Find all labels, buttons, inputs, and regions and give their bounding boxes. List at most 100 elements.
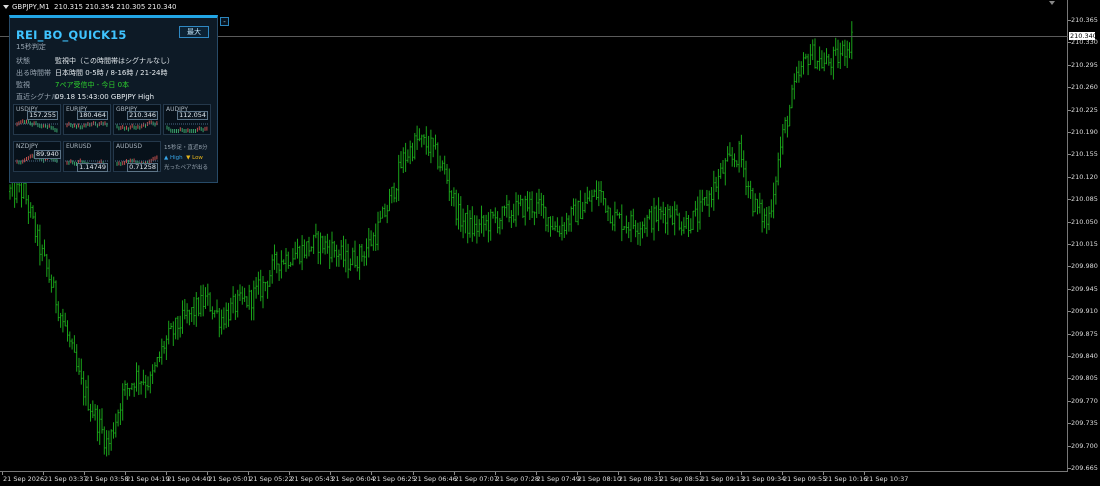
panel-collapse-button[interactable]: - [220, 17, 229, 26]
chart-menu-triangle-icon[interactable] [3, 5, 9, 9]
ohlc-bar [526, 191, 529, 212]
ohlc-bar [567, 215, 570, 232]
ohlc-bar [512, 203, 515, 223]
ohlc-bar [388, 188, 391, 212]
ohlc-bar [29, 202, 32, 218]
ohlc-bar [351, 247, 354, 266]
ohlc-bar [188, 309, 191, 326]
ohlc-bar [227, 302, 230, 327]
ohlc-bar [590, 189, 593, 212]
ohlc-bar [554, 221, 557, 231]
ohlc-bar [360, 243, 363, 262]
pair-card-usdjpy[interactable]: USDJPY 157.255 [13, 104, 61, 135]
price-label: 210.190 [1071, 128, 1098, 136]
time-axis[interactable]: 21 Sep 2026 21 Sep 03:37 21 Sep 03:58 21 Se… [0, 472, 1068, 486]
ohlc-bar [374, 223, 377, 251]
last-signal-row: 直近シグナル09.18 15:43:00 GBPJPY High [16, 92, 154, 102]
ohlc-bar [464, 212, 467, 234]
ohlc-bar [379, 210, 382, 223]
ohlc-bar [671, 206, 674, 226]
price-label: 209.840 [1071, 352, 1098, 360]
ohlc-bar [383, 203, 386, 218]
ohlc-bar [308, 236, 310, 257]
ohlc-bar [259, 269, 262, 302]
ohlc-bar [71, 338, 74, 350]
panel-legend: 15秒足・直近8分 ▲ High ▼ Low 光ったペアが出る [164, 143, 208, 173]
ohlc-bar [607, 205, 609, 221]
ohlc-values: 210.315 210.354 210.305 210.340 [54, 3, 177, 11]
ohlc-bar [802, 52, 805, 75]
ohlc-bar [521, 198, 524, 219]
pair-card-eurjpy[interactable]: EURJPY 180.464 [63, 104, 111, 135]
ohlc-bar [275, 251, 278, 274]
price-axis[interactable]: 210.340 210.365 210.330 210.295 210.260 210.… [1068, 0, 1100, 472]
ohlc-bar [452, 187, 455, 207]
ohlc-bar [243, 287, 246, 302]
ohlc-bar [825, 48, 828, 65]
ohlc-bar [195, 292, 198, 327]
ohlc-bar [202, 284, 205, 317]
pair-card-nzdjpy[interactable]: NZDJPY 89.940 [13, 141, 61, 172]
ohlc-bar [248, 284, 251, 310]
ohlc-bar [747, 181, 750, 199]
price-label: 209.735 [1071, 419, 1098, 428]
ohlc-bar [333, 240, 336, 258]
ohlc-bar [756, 198, 759, 215]
ohlc-bar [602, 190, 605, 206]
ohlc-bar [354, 240, 356, 268]
ohlc-bar [57, 301, 60, 322]
pair-card-eurusd[interactable]: EURUSD 1.14749 [63, 141, 111, 172]
ohlc-bar [639, 221, 642, 246]
chart-shift-marker[interactable] [1049, 1, 1055, 5]
ohlc-bar [66, 320, 69, 342]
ohlc-bar [386, 204, 389, 224]
ohlc-bar [625, 215, 628, 234]
price-label: 209.700 [1071, 441, 1098, 450]
price-label: 210.015 [1071, 240, 1098, 248]
ohlc-bar [402, 147, 405, 174]
ohlc-bar [98, 409, 101, 445]
pair-card-audjpy[interactable]: AUDJPY 112.054 [163, 104, 211, 135]
ohlc-bar [676, 204, 678, 216]
ohlc-bar [149, 371, 152, 394]
pair-card-gbpjpy[interactable]: GBPJPY 210.346 [113, 104, 161, 135]
ohlc-bar [38, 224, 41, 266]
ohlc-bar [784, 117, 787, 134]
ohlc-bar [101, 408, 103, 434]
pair-card-audusd[interactable]: AUDUSD 0.71258 [113, 141, 161, 172]
ohlc-bar [443, 155, 446, 175]
time-label: 21 Sep 04:19 [126, 475, 170, 483]
time-label: 21 Sep 09:55 [782, 475, 827, 483]
ohlc-bar [213, 310, 216, 318]
legend-note: 光ったペアが出る [164, 165, 209, 171]
ohlc-bar [285, 247, 287, 272]
ohlc-bar [751, 187, 754, 217]
ohlc-bar [653, 197, 655, 241]
ohlc-bar [570, 206, 573, 232]
ohlc-bar [595, 180, 598, 200]
ohlc-bar [489, 209, 492, 241]
ohlc-bar [827, 53, 830, 66]
ohlc-bar [655, 205, 658, 223]
ohlc-bar [754, 193, 757, 213]
ohlc-bar [811, 39, 814, 61]
ohlc-bar [427, 135, 430, 156]
maximize-button[interactable]: 最大 [179, 26, 209, 38]
ohlc-bar [705, 189, 708, 207]
price-label: 209.875 [1071, 329, 1098, 338]
ohlc-bar [209, 292, 212, 312]
ohlc-bar [498, 217, 501, 235]
ohlc-bar [772, 182, 775, 219]
ohlc-bar [84, 379, 87, 406]
ohlc-bar [404, 142, 407, 172]
ohlc-bar [446, 163, 448, 184]
ohlc-bar [807, 53, 810, 76]
ohlc-bar [648, 209, 651, 220]
ohlc-bar [535, 192, 538, 219]
ohlc-bar [298, 245, 301, 265]
ohlc-bar [55, 280, 57, 314]
ohlc-bar [496, 211, 499, 234]
ohlc-bar [650, 205, 653, 233]
ohlc-bar [18, 181, 21, 193]
ohlc-bar [310, 246, 313, 252]
